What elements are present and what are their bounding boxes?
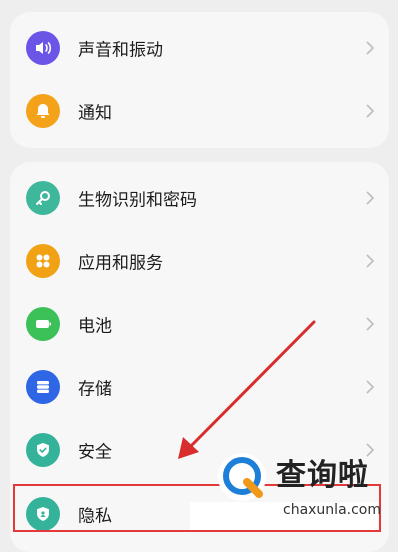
watermark-logo-icon [218, 453, 266, 501]
settings-item-apps[interactable]: 应用和服务 [10, 229, 389, 292]
settings-item-battery[interactable]: 电池 [10, 292, 389, 355]
speaker-icon [26, 30, 60, 65]
battery-icon [26, 306, 60, 341]
key-icon [26, 180, 60, 215]
settings-item-notifications[interactable]: 通知 [10, 79, 389, 142]
apps-grid-icon [26, 243, 60, 278]
settings-item-label: 存储 [78, 379, 112, 399]
settings-item-label: 应用和服务 [78, 253, 163, 273]
shield-check-icon [26, 432, 60, 467]
settings-item-label: 通知 [78, 103, 112, 123]
settings-item-label: 电池 [78, 316, 112, 336]
settings-item-label: 声音和振动 [78, 40, 163, 60]
watermark-site: chaxunla.com [283, 502, 381, 518]
chevron-right-icon [366, 379, 375, 394]
settings-item-label: 安全 [78, 442, 112, 462]
watermark-brand: 查询啦 [276, 458, 369, 493]
chevron-right-icon [366, 103, 375, 118]
chevron-right-icon [366, 253, 375, 268]
settings-group-sound-notify: 声音和振动 通知 [10, 12, 389, 148]
settings-item-storage[interactable]: 存储 [10, 355, 389, 418]
chevron-right-icon [366, 316, 375, 331]
settings-item-biometrics[interactable]: 生物识别和密码 [10, 166, 389, 229]
chevron-right-icon [366, 190, 375, 205]
storage-icon [26, 369, 60, 404]
chevron-right-icon [366, 40, 375, 55]
settings-item-sound[interactable]: 声音和振动 [10, 16, 389, 79]
settings-item-label: 生物识别和密码 [78, 190, 197, 210]
bell-icon [26, 93, 60, 128]
